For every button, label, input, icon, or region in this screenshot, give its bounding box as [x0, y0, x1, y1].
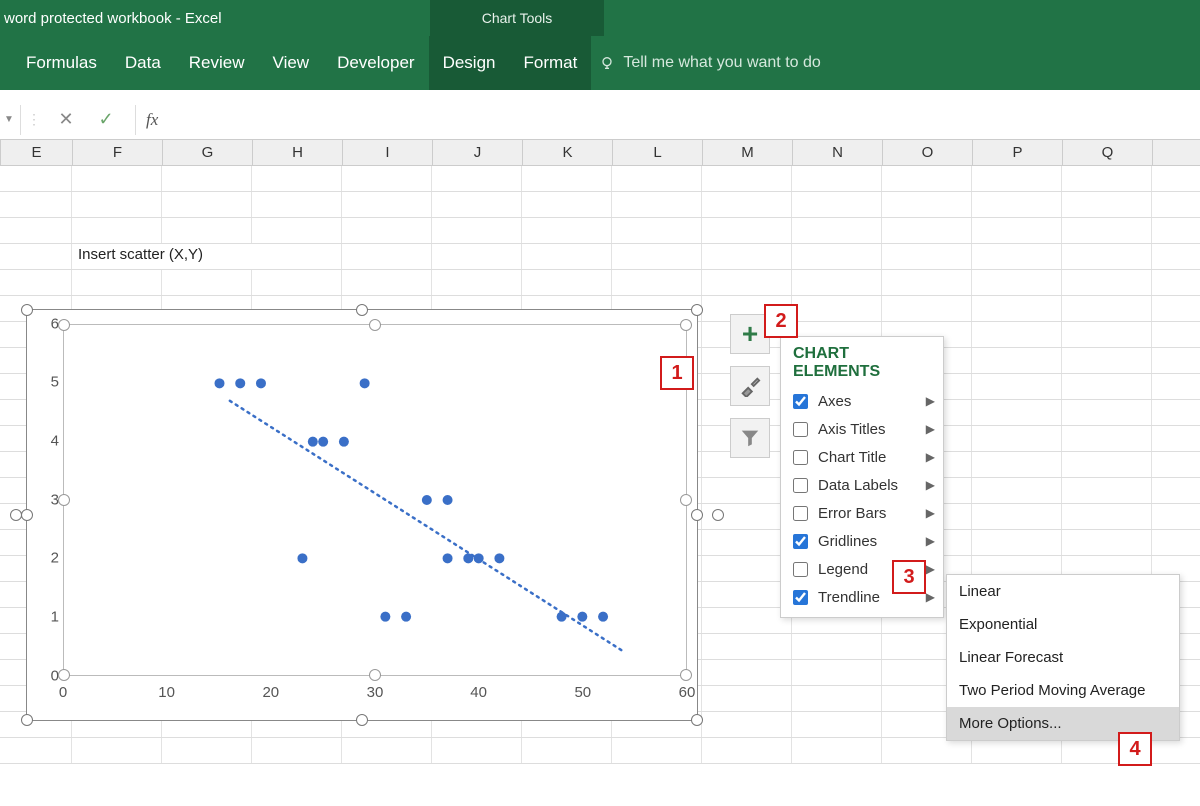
title-bar: word protected workbook - Excel Chart To…	[0, 0, 1200, 36]
paintbrush-icon	[739, 375, 761, 397]
annotation-2: 2	[764, 304, 798, 338]
trendline-submenu: Linear Exponential Linear Forecast Two P…	[946, 574, 1180, 741]
chart-elements-item-chart-title[interactable]: Chart Title ▶	[781, 443, 943, 471]
chart-resize-handle[interactable]	[356, 304, 368, 316]
formula-bar: ▼ ⋮ ✕ ✓ fx	[0, 100, 1200, 140]
col-header-H[interactable]: H	[253, 140, 343, 165]
chart-tools-contextual-label: Chart Tools	[430, 0, 604, 36]
tab-formulas[interactable]: Formulas	[12, 36, 111, 90]
plot-area[interactable]	[63, 324, 687, 676]
axis-titles-checkbox[interactable]	[793, 422, 808, 437]
chevron-right-icon[interactable]: ▶	[926, 590, 935, 604]
chart-elements-item-data-labels[interactable]: Data Labels ▶	[781, 471, 943, 499]
chart-resize-handle[interactable]	[691, 304, 703, 316]
annotation-1: 1	[660, 356, 694, 390]
chart-resize-handle[interactable]	[21, 509, 33, 521]
col-header-F[interactable]: F	[73, 140, 163, 165]
y-axis-labels: 0 1 2 3 4 5 6	[37, 324, 59, 676]
col-header-Q[interactable]: Q	[1063, 140, 1153, 165]
col-header-I[interactable]: I	[343, 140, 433, 165]
outer-resize-handle[interactable]	[10, 509, 22, 521]
col-header-O[interactable]: O	[883, 140, 973, 165]
funnel-icon	[739, 427, 761, 449]
plus-icon: +	[742, 320, 758, 348]
chart-styles-button[interactable]	[730, 366, 770, 406]
legend-checkbox[interactable]	[793, 562, 808, 577]
col-header-L[interactable]: L	[613, 140, 703, 165]
data-labels-checkbox[interactable]	[793, 478, 808, 493]
col-header-E[interactable]: E	[1, 140, 73, 165]
chevron-right-icon[interactable]: ▶	[926, 422, 935, 436]
x-axis-labels: 0 10 20 30 40 50 60	[63, 684, 687, 704]
trendline-option-exponential[interactable]: Exponential	[947, 608, 1179, 641]
chevron-right-icon[interactable]: ▶	[926, 506, 935, 520]
gridlines-checkbox[interactable]	[793, 534, 808, 549]
chevron-right-icon[interactable]: ▶	[926, 562, 935, 576]
embedded-chart[interactable]: 0 1 2 3 4 5 6 0 10 20 30 40 50 60	[26, 309, 698, 721]
chart-resize-handle[interactable]	[356, 714, 368, 726]
annotation-3: 3	[892, 560, 926, 594]
col-header-M[interactable]: M	[703, 140, 793, 165]
chevron-right-icon[interactable]: ▶	[926, 450, 935, 464]
column-headers: E F G H I J K L M N O P Q	[0, 140, 1200, 166]
trendline-option-moving-average[interactable]: Two Period Moving Average	[947, 674, 1179, 707]
col-header-N[interactable]: N	[793, 140, 883, 165]
axes-checkbox[interactable]	[793, 394, 808, 409]
formula-enter-button[interactable]: ✓	[91, 109, 121, 130]
chevron-right-icon[interactable]: ▶	[926, 394, 935, 408]
chart-resize-handle[interactable]	[21, 714, 33, 726]
trendline-checkbox[interactable]	[793, 590, 808, 605]
tab-developer[interactable]: Developer	[323, 36, 429, 90]
fx-icon[interactable]: fx	[146, 110, 158, 130]
outer-resize-handle[interactable]	[712, 509, 724, 521]
chart-resize-handle[interactable]	[691, 509, 703, 521]
scatter-plot-svg	[64, 325, 686, 675]
tab-design[interactable]: Design	[429, 36, 510, 90]
col-header-G[interactable]: G	[163, 140, 253, 165]
chart-elements-title: Chart Elements	[781, 337, 943, 387]
chart-elements-item-error-bars[interactable]: Error Bars ▶	[781, 499, 943, 527]
tab-data[interactable]: Data	[111, 36, 175, 90]
name-box-dropdown-icon[interactable]: ▼	[4, 114, 16, 125]
chart-filter-button[interactable]	[730, 418, 770, 458]
chart-resize-handle[interactable]	[691, 714, 703, 726]
chart-elements-item-gridlines[interactable]: Gridlines ▶	[781, 527, 943, 555]
file-title: word protected workbook - Excel	[0, 10, 222, 27]
tab-view[interactable]: View	[259, 36, 324, 90]
col-header-P[interactable]: P	[973, 140, 1063, 165]
chevron-right-icon[interactable]: ▶	[926, 534, 935, 548]
cell-insert-scatter[interactable]: Insert scatter (X,Y)	[72, 244, 342, 269]
spreadsheet-grid[interactable]: Insert scatter (X,Y) 0 1 2 3 4 5 6	[0, 166, 1200, 806]
col-header-J[interactable]: J	[433, 140, 523, 165]
trendline-option-linear[interactable]: Linear	[947, 575, 1179, 608]
col-header-K[interactable]: K	[523, 140, 613, 165]
tab-format[interactable]: Format	[510, 36, 592, 90]
formula-cancel-button[interactable]: ✕	[51, 109, 81, 130]
chevron-right-icon[interactable]: ▶	[926, 478, 935, 492]
ribbon-tabs: Formulas Data Review View Developer Desi…	[0, 36, 1200, 90]
chart-resize-handle[interactable]	[21, 304, 33, 316]
tell-me-search[interactable]: Tell me what you want to do	[599, 54, 820, 72]
formula-input[interactable]	[168, 108, 1200, 132]
chart-elements-item-axis-titles[interactable]: Axis Titles ▶	[781, 415, 943, 443]
chart-elements-item-axes[interactable]: Axes ▶	[781, 387, 943, 415]
trendline-option-linear-forecast[interactable]: Linear Forecast	[947, 641, 1179, 674]
tab-review[interactable]: Review	[175, 36, 259, 90]
chart-title-checkbox[interactable]	[793, 450, 808, 465]
annotation-4: 4	[1118, 732, 1152, 766]
error-bars-checkbox[interactable]	[793, 506, 808, 521]
